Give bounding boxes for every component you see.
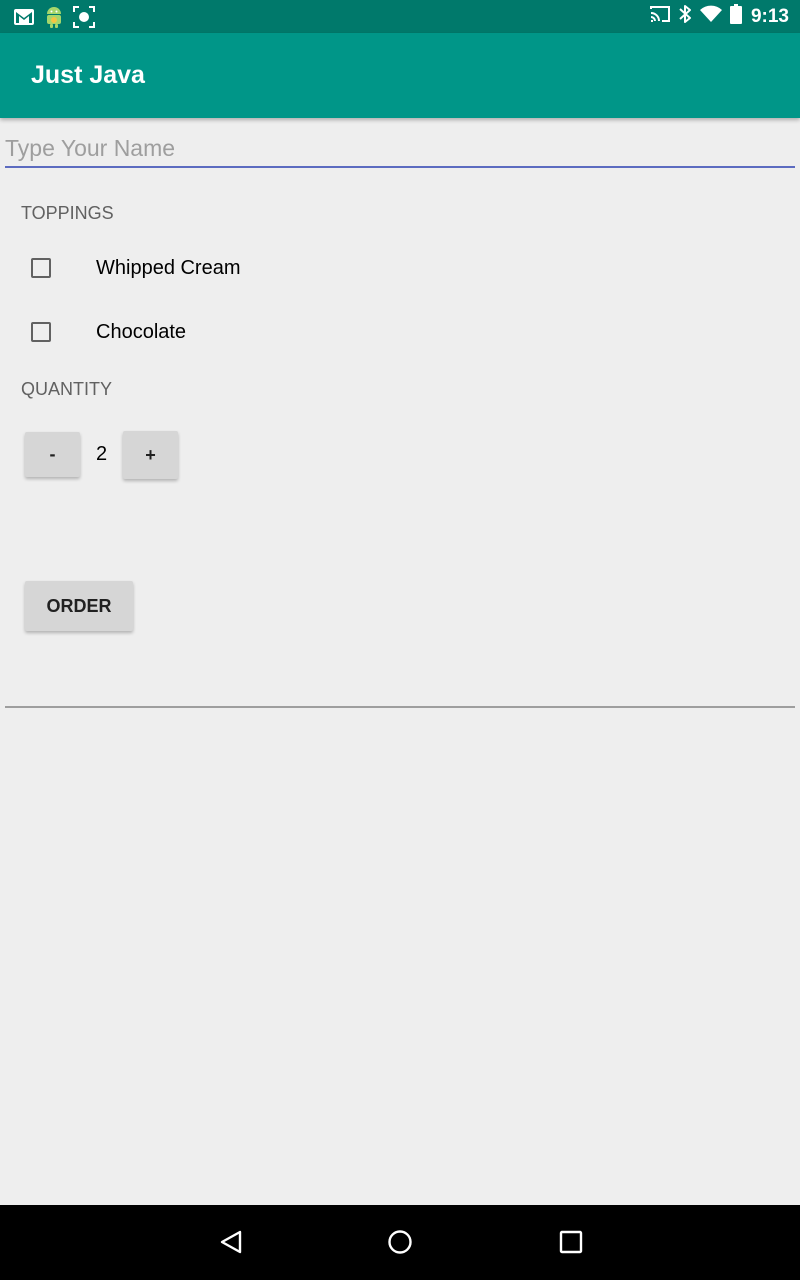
recents-icon[interactable] [558, 1229, 584, 1260]
quantity-value: 2 [96, 443, 108, 465]
screenshot-icon [73, 6, 95, 33]
cast-icon [649, 5, 671, 28]
battery-icon [729, 4, 742, 29]
quantity-heading: QUANTITY [21, 379, 113, 399]
navigation-bar [0, 1205, 800, 1280]
wifi-icon [699, 5, 723, 28]
home-icon[interactable] [387, 1229, 413, 1260]
app-title: Just Java [31, 61, 145, 89]
topping-chocolate[interactable]: Chocolate [0, 311, 400, 357]
order-button[interactable]: ORDER [25, 581, 133, 631]
increment-button[interactable]: + [123, 431, 178, 479]
back-icon[interactable] [218, 1229, 244, 1260]
notification-icons [13, 5, 95, 34]
system-icons: 9:13 [649, 0, 789, 33]
chocolate-label[interactable]: Chocolate [96, 321, 186, 344]
whipped-cream-label[interactable]: Whipped Cream [96, 257, 241, 280]
topping-whipped-cream[interactable]: Whipped Cream [0, 247, 400, 293]
bluetooth-icon [678, 4, 692, 29]
clock: 9:13 [750, 5, 789, 27]
app-bar: Just Java [0, 33, 800, 118]
gmail-icon [13, 8, 35, 31]
status-bar: 9:13 [0, 0, 800, 33]
decrement-button[interactable]: - [25, 432, 80, 477]
name-input[interactable] [5, 130, 795, 168]
android-icon [44, 5, 64, 34]
whipped-cream-checkbox[interactable] [31, 258, 51, 278]
toppings-heading: TOPPINGS [21, 203, 114, 223]
chocolate-checkbox[interactable] [31, 322, 51, 342]
divider [5, 706, 795, 708]
